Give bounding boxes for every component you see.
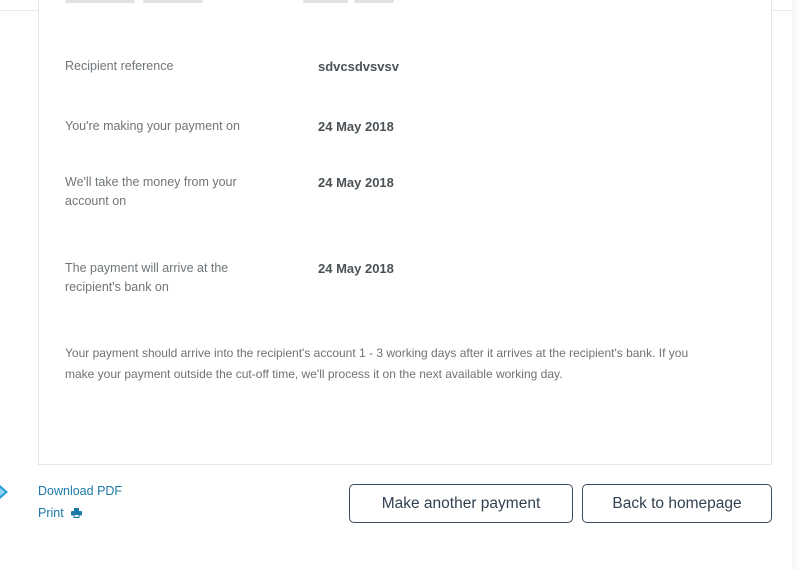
detail-row-payment-date: You're making your payment on 24 May 201… <box>65 117 715 136</box>
detail-value: 24 May 2018 <box>318 119 394 134</box>
detail-label: Recipient reference <box>65 59 174 73</box>
clipped-previous-row <box>65 0 465 6</box>
detail-label: We'll take the money from your account o… <box>65 175 237 208</box>
make-another-payment-button[interactable]: Make another payment <box>349 484 573 523</box>
payment-confirmation-page: Recipient reference sdvcsdvsvsv You're m… <box>0 0 793 569</box>
payment-timing-notice: Your payment should arrive into the reci… <box>65 346 689 381</box>
arrow-right-icon <box>0 483 12 501</box>
print-label: Print <box>38 506 64 520</box>
detail-row-recipient-reference: Recipient reference sdvcsdvsvsv <box>65 57 715 76</box>
back-to-homepage-button[interactable]: Back to homepage <box>582 484 772 523</box>
printer-icon <box>70 508 82 518</box>
detail-label: You're making your payment on <box>65 119 240 133</box>
detail-value: 24 May 2018 <box>318 175 394 190</box>
print-link[interactable]: Print <box>38 505 82 521</box>
window-shadow-edge <box>792 0 800 569</box>
detail-value: 24 May 2018 <box>318 261 394 276</box>
download-pdf-link[interactable]: Download PDF <box>38 483 122 499</box>
detail-label: The payment will arrive at the recipient… <box>65 261 229 294</box>
detail-row-debit-date: We'll take the money from your account o… <box>65 173 715 211</box>
detail-row-arrival-date: The payment will arrive at the recipient… <box>65 259 715 297</box>
detail-value: sdvcsdvsvsv <box>318 59 399 74</box>
